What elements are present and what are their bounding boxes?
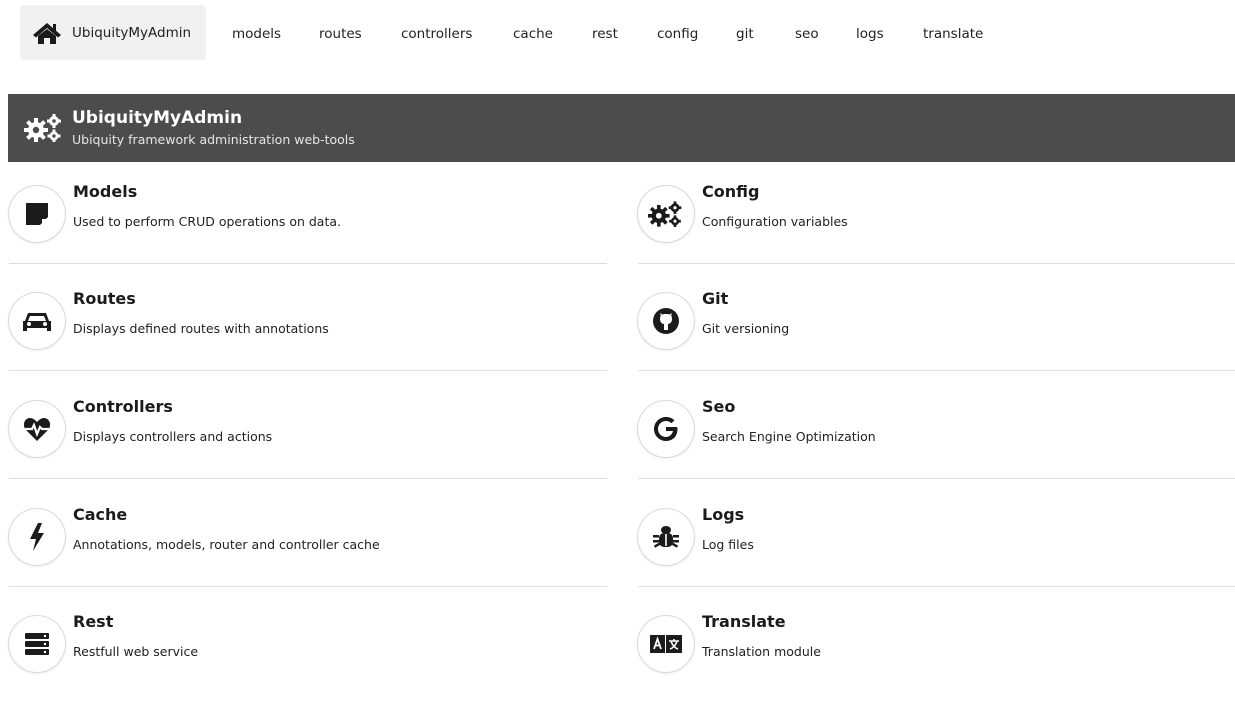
module-icon-wrapper [638, 509, 694, 565]
module-title[interactable]: Git [702, 289, 728, 308]
nav-home-label: UbiquityMyAdmin [72, 24, 192, 41]
module-title[interactable]: Translate [702, 612, 786, 631]
module-divider [9, 478, 607, 479]
module-divider [9, 370, 607, 371]
nav-item-routes[interactable]: routes [319, 26, 362, 42]
module-card-rest[interactable]: Rest Restfull web service [9, 612, 607, 724]
module-divider [638, 586, 1235, 587]
cogs-icon [24, 114, 61, 142]
page-header: UbiquityMyAdmin Ubiquity framework admin… [8, 94, 1235, 162]
module-icon-wrapper [9, 293, 65, 349]
nav-item-seo[interactable]: seo [795, 26, 819, 42]
nav-item-models[interactable]: models [232, 26, 281, 42]
module-description: Search Engine Optimization [702, 429, 876, 444]
module-description: Configuration variables [702, 214, 848, 229]
module-description: Restfull web service [73, 644, 199, 659]
github-icon [653, 308, 679, 334]
module-card-cache[interactable]: Cache Annotations, models, router and co… [9, 505, 607, 617]
nav-item-config[interactable]: config [657, 26, 698, 42]
nav-item-translate[interactable]: translate [923, 26, 983, 42]
module-title[interactable]: Logs [702, 505, 744, 524]
heartbeat-icon [23, 418, 51, 441]
page-title: UbiquityMyAdmin [72, 108, 243, 128]
module-icon-wrapper [9, 509, 65, 565]
google-icon [654, 417, 678, 441]
module-divider [638, 263, 1235, 264]
nav-item-cache[interactable]: cache [513, 26, 553, 42]
nav-item-controllers[interactable]: controllers [401, 26, 472, 42]
bug-icon [653, 526, 679, 548]
car-icon [23, 313, 51, 331]
sticky-note-icon [26, 203, 48, 225]
module-divider [9, 586, 607, 587]
module-card-controllers[interactable]: Controllers Displays controllers and act… [9, 397, 607, 509]
module-title[interactable]: Config [702, 182, 759, 201]
module-card-config[interactable]: Config Configuration variables [638, 182, 1235, 294]
module-title[interactable]: Cache [73, 505, 127, 524]
server-icon [25, 633, 49, 655]
module-title[interactable]: Models [73, 182, 137, 201]
module-description: Annotations, models, router and controll… [73, 537, 380, 552]
language-icon [650, 635, 682, 653]
module-description: Displays defined routes with annotations [73, 321, 329, 336]
nav-item-logs[interactable]: logs [856, 26, 884, 42]
top-menu: UbiquityMyAdmin models routes controller… [0, 0, 1235, 64]
nav-home-item[interactable]: UbiquityMyAdmin [20, 5, 206, 60]
module-icon-wrapper [638, 293, 694, 349]
module-card-logs[interactable]: Logs Log files [638, 505, 1235, 617]
module-description: Used to perform CRUD operations on data. [73, 214, 341, 229]
module-title[interactable]: Seo [702, 397, 735, 416]
module-description: Displays controllers and actions [73, 429, 273, 444]
module-description: Git versioning [702, 321, 790, 336]
module-card-seo[interactable]: Seo Search Engine Optimization [638, 397, 1235, 509]
module-icon-wrapper [638, 616, 694, 672]
nav-item-git[interactable]: git [736, 26, 754, 42]
lightning-icon [30, 523, 44, 551]
module-card-routes[interactable]: Routes Displays defined routes with anno… [9, 289, 607, 401]
module-card-models[interactable]: Models Used to perform CRUD operations o… [9, 182, 607, 294]
module-title[interactable]: Controllers [73, 397, 173, 416]
module-divider [638, 478, 1235, 479]
module-icon-wrapper [9, 616, 65, 672]
cogs-icon [648, 201, 682, 227]
nav-item-rest[interactable]: rest [592, 26, 618, 42]
module-divider [638, 370, 1235, 371]
module-icon-wrapper [638, 401, 694, 457]
module-icon-wrapper [9, 401, 65, 457]
module-description: Log files [702, 537, 754, 552]
module-title[interactable]: Routes [73, 289, 136, 308]
home-icon [33, 22, 61, 44]
module-divider [9, 263, 607, 264]
module-title[interactable]: Rest [73, 612, 113, 631]
module-card-git[interactable]: Git Git versioning [638, 289, 1235, 401]
module-description: Translation module [702, 644, 821, 659]
module-icon-wrapper [638, 186, 694, 242]
module-card-translate[interactable]: Translate Translation module [638, 612, 1235, 724]
page-subtitle: Ubiquity framework administration web-to… [72, 132, 355, 147]
module-icon-wrapper [9, 186, 65, 242]
